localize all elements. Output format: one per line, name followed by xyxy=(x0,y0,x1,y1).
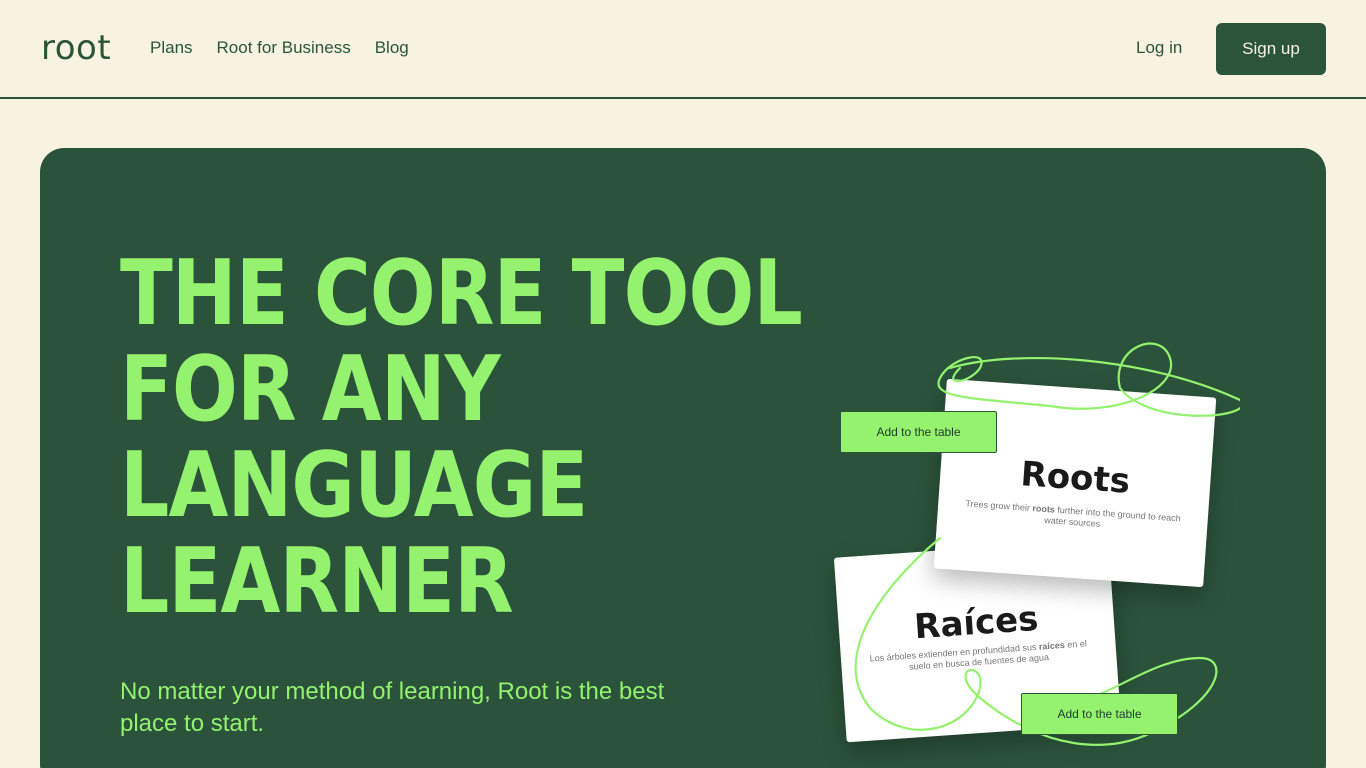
desc-keyword: roots xyxy=(1032,503,1056,515)
hero-section: THE CORE TOOL FOR ANY LANGUAGE LEARNER N… xyxy=(40,148,1326,768)
headline-line: LEARNER xyxy=(120,529,514,634)
root-logo[interactable]: root xyxy=(41,28,111,68)
nav-blog[interactable]: Blog xyxy=(375,38,409,58)
main-nav: Plans Root for Business Blog xyxy=(150,38,409,58)
headline-line: LANGUAGE xyxy=(120,433,588,538)
nav-root-for-business[interactable]: Root for Business xyxy=(217,38,351,58)
headline-line: FOR ANY xyxy=(120,337,501,442)
desc-text: Trees grow their xyxy=(965,498,1033,514)
site-header: root Plans Root for Business Blog Log in… xyxy=(0,0,1366,99)
hero-headline: THE CORE TOOL FOR ANY LANGUAGE LEARNER xyxy=(120,241,803,634)
login-link[interactable]: Log in xyxy=(1136,38,1182,58)
flashcard-illustration: Raíces Los árboles extienden en profundi… xyxy=(820,328,1240,768)
desc-text: further into the ground to reach water s… xyxy=(1043,504,1182,529)
hero-subtitle: No matter your method of learning, Root … xyxy=(120,678,665,737)
desc-keyword: raíces xyxy=(1038,639,1066,652)
nav-plans[interactable]: Plans xyxy=(150,38,193,58)
add-to-table-button[interactable]: Add to the table xyxy=(840,411,997,453)
signup-button[interactable]: Sign up xyxy=(1216,23,1326,75)
flashcard-description: Trees grow their roots further into the … xyxy=(957,498,1188,536)
add-to-table-button[interactable]: Add to the table xyxy=(1021,693,1178,735)
headline-line: THE CORE TOOL xyxy=(120,241,803,346)
